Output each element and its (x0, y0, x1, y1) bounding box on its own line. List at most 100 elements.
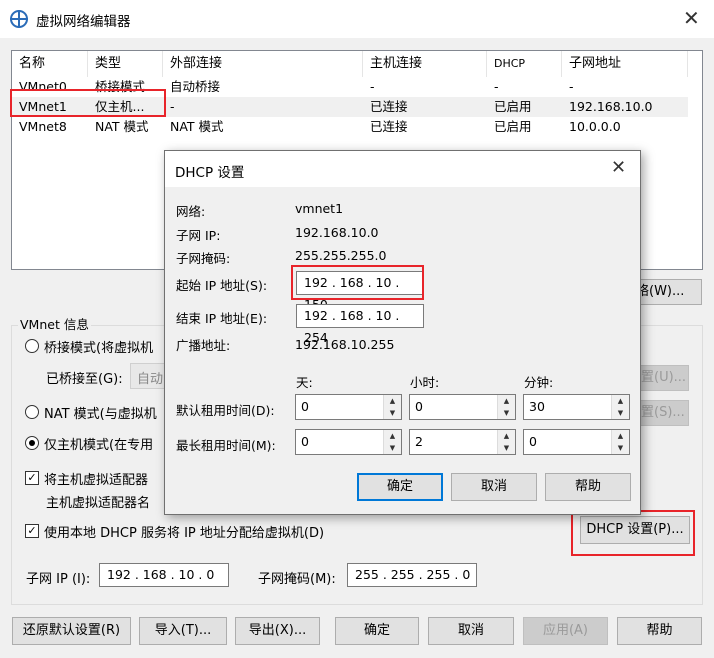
spinner-arrows: ▲ ▼ (383, 395, 401, 419)
spin-down-icon[interactable]: ▼ (384, 407, 401, 419)
export-button[interactable]: 导出(X)... (235, 617, 320, 645)
host-only-label: 仅主机模式(在专用 (44, 438, 154, 453)
subnet-mask-label: 子网掩码: (176, 251, 231, 266)
import-button[interactable]: 导入(T)... (139, 617, 227, 645)
spin-down-icon[interactable]: ▼ (384, 442, 401, 454)
cell-subnet: 10.0.0.0 (569, 119, 621, 134)
days-column-label: 天: (296, 375, 313, 390)
group-title: VMnet 信息 (18, 314, 91, 333)
dialog-help-button[interactable]: 帮助 (545, 473, 631, 501)
default-lease-minutes-spinner[interactable]: 30 ▲ ▼ (523, 394, 630, 420)
highlight-box-dhcp-button (571, 510, 695, 556)
connect-adapter-checkbox[interactable]: ✓ (25, 471, 39, 485)
cancel-button[interactable]: 取消 (428, 617, 514, 645)
default-lease-label: 默认租用时间(D): (176, 403, 275, 418)
minutes-column-label: 分钟: (524, 375, 554, 390)
highlight-box-start-ip (291, 265, 424, 300)
spin-down-icon[interactable]: ▼ (498, 407, 515, 419)
spin-up-icon[interactable]: ▲ (498, 395, 515, 407)
max-lease-days-spinner[interactable]: 0 ▲ ▼ (295, 429, 402, 455)
spinner-arrows: ▲ ▼ (383, 430, 401, 454)
window-titlebar: 虚拟网络编辑器 ✕ (0, 0, 714, 38)
bridge-mode-radio[interactable] (25, 339, 39, 353)
highlight-box-vmnet1 (10, 89, 166, 117)
close-icon[interactable]: ✕ (683, 6, 700, 30)
end-ip-field[interactable]: 192 . 168 . 10 . 254 (296, 304, 424, 345)
network-globe-icon (10, 10, 28, 28)
spin-up-icon[interactable]: ▲ (384, 430, 401, 442)
subnet-ip-label: 子网 IP: (176, 228, 221, 243)
spinner-arrows: ▲ ▼ (497, 395, 515, 419)
cell-external: NAT 模式 (170, 119, 224, 134)
broadcast-label: 广播地址: (176, 338, 231, 353)
max-lease-minutes-spinner[interactable]: 0 ▲ ▼ (523, 429, 630, 455)
dialog-ok-button[interactable]: 确定 (357, 473, 443, 501)
spinner-value: 0 (301, 399, 309, 414)
subnet-ip-field[interactable]: 192 . 168 . 10 . 0 (99, 563, 229, 587)
cell-dhcp: - (494, 79, 499, 94)
spinner-arrows: ▲ ▼ (611, 395, 629, 419)
cell-external: 自动桥接 (170, 79, 221, 94)
apply-button[interactable]: 应用(A) (523, 617, 608, 645)
default-lease-days-spinner[interactable]: 0 ▲ ▼ (295, 394, 402, 420)
column-header-type[interactable]: 类型 (88, 51, 163, 77)
start-ip-label: 起始 IP 地址(S): (176, 278, 268, 293)
spin-up-icon[interactable]: ▲ (498, 430, 515, 442)
subnet-ip-label: 子网 IP (I): (26, 572, 91, 587)
spinner-value: 0 (529, 434, 537, 449)
network-label: 网络: (176, 204, 206, 219)
cell-type: NAT 模式 (95, 119, 149, 134)
adapter-name-label: 主机虚拟适配器名 (46, 496, 151, 511)
spin-down-icon[interactable]: ▼ (498, 442, 515, 454)
dhcp-service-checkbox[interactable]: ✓ (25, 524, 39, 538)
window-title: 虚拟网络编辑器 (36, 14, 131, 30)
hours-column-label: 小时: (410, 375, 440, 390)
subnet-ip-value: 192.168.10.0 (295, 225, 379, 240)
dialog-close-icon[interactable]: ✕ (611, 157, 626, 178)
remove-network-button[interactable]: 络(W)... (632, 279, 702, 305)
cell-subnet: - (569, 79, 574, 94)
restore-defaults-button[interactable]: 还原默认设置(R) (12, 617, 131, 645)
column-header-name[interactable]: 名称 (12, 51, 88, 77)
bridged-to-label: 已桥接至(G): (46, 372, 123, 387)
spinner-arrows: ▲ ▼ (611, 430, 629, 454)
nat-mode-radio[interactable] (25, 405, 39, 419)
spinner-value: 0 (415, 399, 423, 414)
spin-up-icon[interactable]: ▲ (384, 395, 401, 407)
default-lease-hours-spinner[interactable]: 0 ▲ ▼ (409, 394, 516, 420)
table-row[interactable]: VMnet8 NAT 模式 NAT 模式 已连接 已启用 10.0.0.0 (12, 117, 688, 137)
bridged-to-select[interactable]: 自动 (130, 363, 166, 389)
spin-up-icon[interactable]: ▲ (612, 395, 629, 407)
cell-dhcp: 已启用 (494, 119, 532, 134)
spin-down-icon[interactable]: ▼ (612, 407, 629, 419)
dialog-cancel-button[interactable]: 取消 (451, 473, 537, 501)
spin-down-icon[interactable]: ▼ (612, 442, 629, 454)
nat-settings-button[interactable]: 置(S)... (641, 400, 689, 426)
nat-mode-label: NAT 模式(与虚拟机 (44, 407, 157, 422)
host-only-radio[interactable] (25, 436, 39, 450)
dialog-titlebar: DHCP 设置 ✕ (165, 151, 640, 187)
subnet-mask-label: 子网掩码(M): (258, 572, 336, 587)
dhcp-service-label: 使用本地 DHCP 服务将 IP 地址分配给虚拟机(D) (44, 526, 325, 541)
max-lease-hours-spinner[interactable]: 2 ▲ ▼ (409, 429, 516, 455)
auto-settings-button[interactable]: 置(U)... (641, 365, 689, 391)
column-header-subnet[interactable]: 子网地址 (562, 51, 688, 77)
bridge-mode-label: 桥接模式(将虚拟机 (44, 341, 154, 356)
column-header-external[interactable]: 外部连接 (163, 51, 363, 77)
broadcast-value: 192.168.10.255 (295, 337, 395, 352)
column-header-dhcp[interactable]: DHCP (487, 51, 562, 77)
end-ip-label: 结束 IP 地址(E): (176, 311, 268, 326)
column-header-host[interactable]: 主机连接 (363, 51, 487, 77)
network-value: vmnet1 (295, 201, 344, 216)
spinner-value: 0 (301, 434, 309, 449)
spin-up-icon[interactable]: ▲ (612, 430, 629, 442)
cell-host: - (370, 79, 375, 94)
ok-button[interactable]: 确定 (335, 617, 419, 645)
cell-host: 已连接 (370, 99, 408, 114)
connect-adapter-label: 将主机虚拟适配器 (44, 473, 149, 488)
subnet-mask-field[interactable]: 255 . 255 . 255 . 0 (347, 563, 477, 587)
cell-name: VMnet8 (19, 119, 67, 134)
cell-host: 已连接 (370, 119, 408, 134)
cell-dhcp: 已启用 (494, 99, 532, 114)
help-button[interactable]: 帮助 (617, 617, 702, 645)
